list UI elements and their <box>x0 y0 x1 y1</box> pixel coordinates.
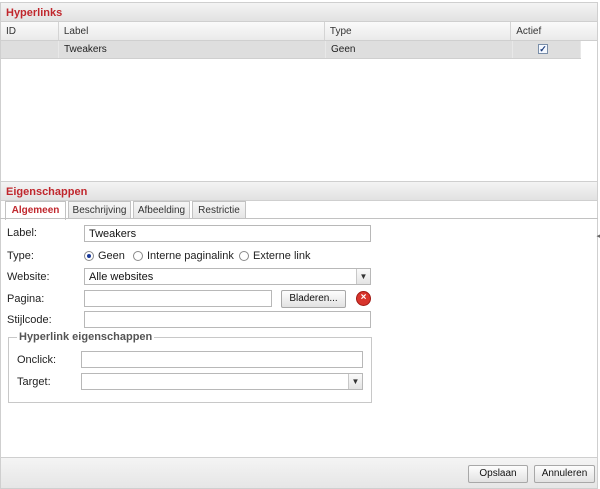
type-interne-label[interactable]: Interne paginalink <box>147 250 234 262</box>
website-select-value: Alle websites <box>89 271 154 283</box>
group-title: Hyperlink eigenschappen <box>17 331 155 343</box>
actief-checkbox[interactable]: ✓ <box>538 44 548 54</box>
collapse-arrow-icon[interactable]: ◂ <box>596 232 600 240</box>
target-field-label: Target: <box>17 376 51 388</box>
onclick-input[interactable] <box>81 351 363 368</box>
browse-button[interactable]: Bladeren... <box>281 290 346 308</box>
website-select[interactable]: Alle websites ▼ <box>84 268 371 285</box>
hyperlinks-panel-title: Hyperlinks <box>0 2 598 22</box>
onclick-field-label: Onclick: <box>17 354 57 366</box>
stijlcode-input[interactable] <box>84 311 371 328</box>
website-field-label: Website: <box>7 271 50 283</box>
chevron-down-icon[interactable]: ▼ <box>356 269 370 284</box>
type-externe-radio[interactable] <box>239 251 249 261</box>
cell-label: Tweakers <box>59 41 326 58</box>
grid-header-row: ID Label Type Actief <box>1 22 597 41</box>
tab-beschrijving[interactable]: Beschrijving <box>68 201 131 219</box>
hyperlinks-title: Hyperlinks <box>6 7 63 19</box>
pagina-field-label: Pagina: <box>7 293 45 305</box>
cell-type: Geen <box>326 41 513 58</box>
cell-id <box>1 41 59 58</box>
tab-afbeelding[interactable]: Afbeelding <box>133 201 190 219</box>
type-field-label: Type: <box>7 250 34 262</box>
properties-form: Label: Tweakers Type: Geen Interne pagin… <box>0 219 598 457</box>
column-header-type[interactable]: Type <box>325 22 512 40</box>
table-row[interactable]: Tweakers Geen ✓ <box>1 41 581 59</box>
cancel-button[interactable]: Annuleren <box>534 465 595 483</box>
pagina-input[interactable] <box>84 290 272 307</box>
type-externe-label[interactable]: Externe link <box>253 250 310 262</box>
type-geen-radio[interactable] <box>84 251 94 261</box>
properties-panel-title: Eigenschappen <box>0 181 598 201</box>
properties-tabs: Algemeen Beschrijving Afbeelding Restric… <box>0 201 598 220</box>
target-select[interactable]: ▼ <box>81 373 363 390</box>
chevron-down-icon[interactable]: ▼ <box>348 374 362 389</box>
type-geen-label[interactable]: Geen <box>98 250 125 262</box>
label-field-label: Label: <box>7 227 37 239</box>
hyperlink-properties-group: Hyperlink eigenschappen Onclick: Target:… <box>8 331 372 403</box>
label-input[interactable]: Tweakers <box>84 225 371 242</box>
tab-restrictie[interactable]: Restrictie <box>192 201 246 219</box>
cell-actief: ✓ <box>513 41 581 58</box>
stijlcode-field-label: Stijlcode: <box>7 314 52 326</box>
properties-title: Eigenschappen <box>6 186 88 198</box>
column-header-label[interactable]: Label <box>59 22 325 40</box>
type-interne-radio[interactable] <box>133 251 143 261</box>
column-header-id[interactable]: ID <box>1 22 59 40</box>
column-header-actief[interactable]: Actief <box>511 22 597 40</box>
dialog-footer: Opslaan Annuleren <box>0 457 598 489</box>
save-button[interactable]: Opslaan <box>468 465 528 483</box>
delete-icon[interactable]: × <box>356 291 371 306</box>
hyperlinks-grid: ID Label Type Actief Tweakers Geen ✓ <box>0 22 598 181</box>
